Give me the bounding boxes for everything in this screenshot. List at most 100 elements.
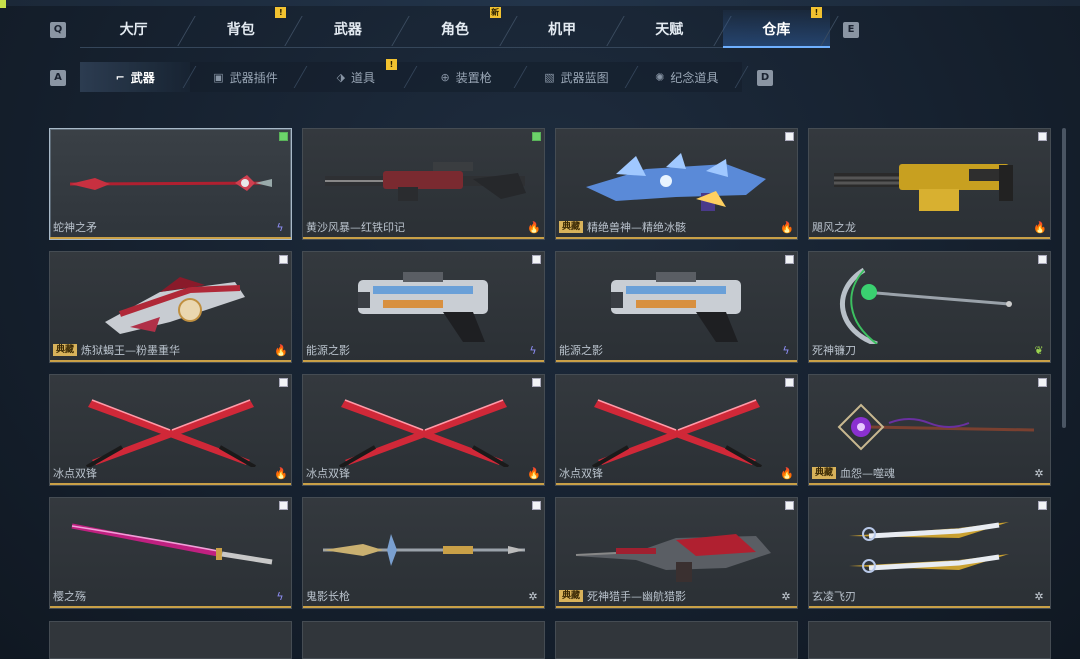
- weapon-card[interactable]: 能源之影 ϟ: [555, 251, 798, 363]
- weapon-card[interactable]: 黄沙风暴—红铁印记 🔥: [302, 128, 545, 240]
- rarity-bar: [50, 483, 291, 485]
- weapon-card[interactable]: 玄凌飞刃 ✲: [808, 497, 1051, 609]
- weapon-card[interactable]: 典藏 炼狱蝎王—粉墨重华 🔥: [49, 251, 292, 363]
- peek-card[interactable]: [555, 621, 798, 659]
- select-checkbox[interactable]: [279, 132, 288, 141]
- main-tab-3[interactable]: 角色 新: [401, 7, 509, 48]
- weapon-card[interactable]: 冰点双锋 🔥: [49, 374, 292, 486]
- tab-badge: !: [275, 7, 287, 18]
- weapon-name: 死神镰刀: [812, 344, 856, 357]
- select-checkbox[interactable]: [785, 378, 794, 387]
- main-tab-label: 天赋: [655, 21, 684, 38]
- select-checkbox[interactable]: [532, 132, 541, 141]
- main-tab-label: 背包: [226, 21, 255, 38]
- weapon-card[interactable]: 蛇神之矛 ϟ: [49, 128, 292, 240]
- key-hint-next-main[interactable]: E: [843, 22, 859, 38]
- weapon-label: 冰点双锋: [53, 465, 97, 481]
- weapon-name: 飓风之龙: [812, 221, 856, 234]
- weapon-label: 蛇神之矛: [53, 219, 97, 235]
- peek-card[interactable]: [808, 621, 1051, 659]
- starburst-icon: ✲: [781, 590, 791, 603]
- lightning-icon: ϟ: [782, 344, 790, 357]
- weapon-card[interactable]: 冰点双锋 🔥: [302, 374, 545, 486]
- rarity-bar: [556, 606, 797, 608]
- select-checkbox[interactable]: [532, 501, 541, 510]
- weapon-label: 鬼影长枪: [306, 588, 350, 604]
- weapon-label: 飓风之龙: [812, 219, 856, 235]
- weapon-card[interactable]: 鬼影长枪 ✲: [302, 497, 545, 609]
- flame-icon: 🔥: [527, 221, 541, 234]
- flame-icon: 🔥: [527, 467, 541, 480]
- weapon-card[interactable]: 死神镰刀 ❦: [808, 251, 1051, 363]
- scrollbar[interactable]: [1062, 128, 1066, 428]
- weapon-name: 血怨—噬魂: [840, 467, 896, 480]
- weapon-card[interactable]: 能源之影 ϟ: [302, 251, 545, 363]
- select-checkbox[interactable]: [279, 378, 288, 387]
- main-tab-6[interactable]: 仓库!: [722, 7, 831, 48]
- select-checkbox[interactable]: [1038, 132, 1047, 141]
- peek-card[interactable]: [49, 621, 292, 659]
- key-hint-prev-main[interactable]: Q: [50, 22, 66, 38]
- main-tab-5[interactable]: 天赋: [615, 10, 723, 48]
- select-checkbox[interactable]: [279, 501, 288, 510]
- tab-badge: !: [385, 59, 397, 70]
- weapon-image: [556, 375, 797, 469]
- lightning-icon: ϟ: [276, 221, 284, 234]
- key-hint-next-sub[interactable]: D: [757, 70, 773, 86]
- weapon-card[interactable]: 典藏 死神猎手—幽航猎影 ✲: [555, 497, 798, 609]
- weapon-name: 冰点双锋: [306, 467, 350, 480]
- select-checkbox[interactable]: [785, 501, 794, 510]
- sub-tab-label: 装置枪: [455, 70, 492, 85]
- main-tab-2[interactable]: 武器: [294, 10, 402, 48]
- weapon-image: [556, 498, 797, 590]
- rarity-bar: [50, 237, 291, 239]
- sub-tab-label: 纪念道具: [670, 70, 719, 85]
- select-checkbox[interactable]: [1038, 501, 1047, 510]
- rarity-bar: [50, 606, 291, 608]
- weapon-label: 典藏 精绝兽神—精绝冰骸: [559, 219, 686, 235]
- main-tab-label: 仓库: [762, 21, 791, 38]
- select-checkbox[interactable]: [532, 378, 541, 387]
- sub-tab-4[interactable]: ▧ 武器蓝图: [521, 62, 631, 92]
- flame-icon: 🔥: [274, 344, 288, 357]
- rarity-bar: [50, 360, 291, 362]
- sub-tab-label: 武器蓝图: [560, 70, 609, 85]
- main-tab-label: 角色: [440, 21, 469, 38]
- weapon-card[interactable]: 飓风之龙 🔥: [808, 128, 1051, 240]
- main-tab-0[interactable]: 大厅: [80, 10, 188, 48]
- tab-badge: !: [810, 7, 822, 18]
- main-tab-4[interactable]: 机甲: [508, 10, 616, 48]
- rarity-bar: [809, 237, 1050, 239]
- weapon-label: 死神镰刀: [812, 342, 856, 358]
- sub-tab-1[interactable]: ▣ 武器插件: [190, 62, 300, 92]
- weapon-name: 樱之殇: [53, 590, 86, 603]
- select-checkbox[interactable]: [1038, 378, 1047, 387]
- sub-tab-2[interactable]: ⬗ 道具!: [301, 59, 411, 92]
- select-checkbox[interactable]: [532, 255, 541, 264]
- starburst-icon: ✲: [528, 590, 538, 603]
- next-row-peek: [49, 621, 1051, 659]
- peek-card[interactable]: [302, 621, 545, 659]
- weapon-card[interactable]: 典藏 精绝兽神—精绝冰骸 🔥: [555, 128, 798, 240]
- main-tab-1[interactable]: 背包!: [187, 7, 295, 48]
- sub-tab-0[interactable]: ⌐ 武器: [80, 62, 191, 92]
- key-hint-prev-sub[interactable]: A: [50, 70, 66, 86]
- weapon-name: 死神猎手—幽航猎影: [587, 590, 687, 603]
- main-tab-label: 机甲: [548, 21, 577, 38]
- collection-badge: 典藏: [559, 221, 584, 233]
- rarity-bar: [303, 483, 544, 485]
- weapon-image: [809, 375, 1050, 467]
- weapon-label: 玄凌飞刃: [812, 588, 856, 604]
- weapon-image: [809, 252, 1050, 347]
- weapon-card[interactable]: 典藏 血怨—噬魂 ✲: [808, 374, 1051, 486]
- select-checkbox[interactable]: [785, 132, 794, 141]
- item-icon: ⬗: [336, 70, 346, 84]
- sub-tab-3[interactable]: ⊕ 装置枪: [411, 62, 521, 92]
- weapon-card[interactable]: 樱之殇 ϟ: [49, 497, 292, 609]
- weapon-card[interactable]: 冰点双锋 🔥: [555, 374, 798, 486]
- select-checkbox[interactable]: [279, 255, 288, 264]
- select-checkbox[interactable]: [785, 255, 794, 264]
- weapon-image: [556, 129, 797, 221]
- sub-tab-5[interactable]: ✺ 纪念道具: [632, 62, 742, 92]
- select-checkbox[interactable]: [1038, 255, 1047, 264]
